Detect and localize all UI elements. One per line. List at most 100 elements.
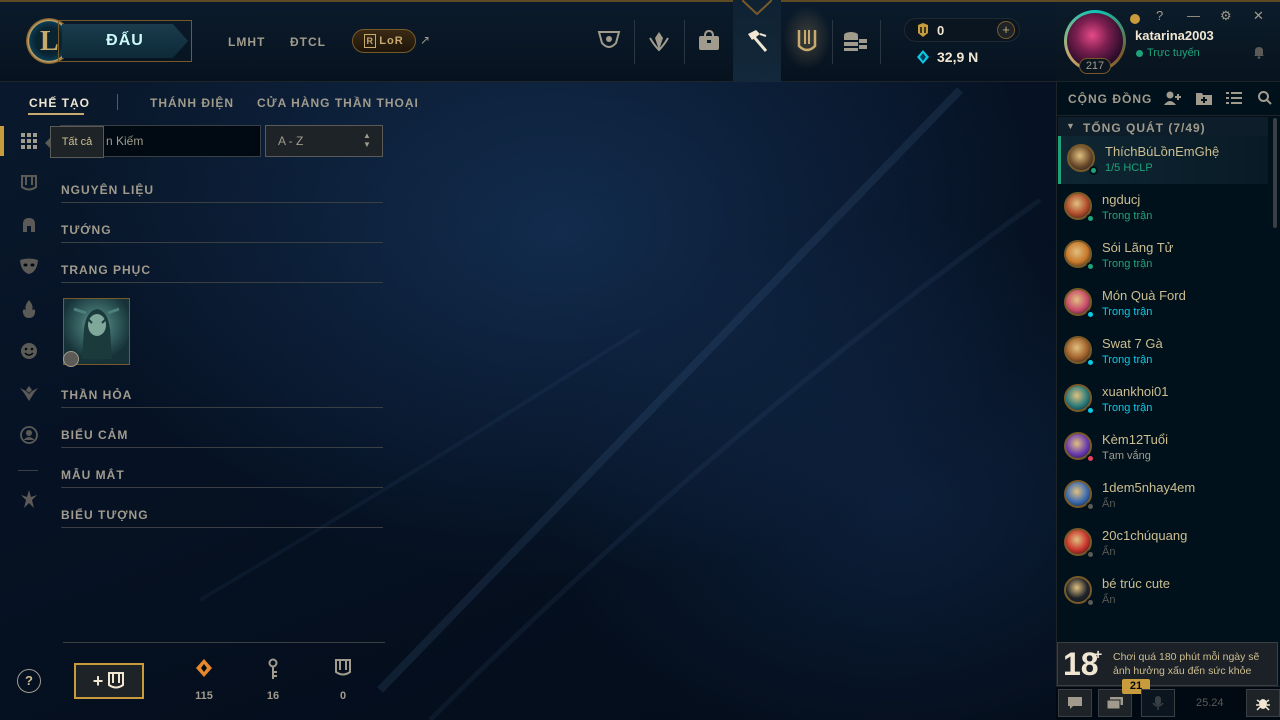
nav-link-lor[interactable]: R LoR bbox=[352, 29, 416, 53]
bottom-divider bbox=[63, 642, 385, 643]
friend-row[interactable]: 20c1chúquang Ẩn bbox=[1058, 520, 1268, 568]
play-time-warning: Chơi quá 180 phút mỗi ngày sẽ ảnh hưởng … bbox=[1113, 651, 1260, 677]
add-friend-icon[interactable] bbox=[1164, 90, 1182, 106]
settings-gear-icon[interactable]: ⚙ bbox=[1220, 8, 1232, 24]
social-title: CỘNG ĐỒNG bbox=[1068, 92, 1153, 106]
riot-points-icon bbox=[918, 23, 928, 37]
orange-essence-icon bbox=[184, 658, 224, 683]
friend-name: bé trúc cute bbox=[1102, 576, 1170, 591]
friend-name: 1dem5nhay4em bbox=[1102, 480, 1196, 495]
minimize-icon[interactable]: — bbox=[1187, 8, 1200, 23]
tab-crafting[interactable]: CHẾ TẠO bbox=[29, 96, 90, 110]
friend-row[interactable]: ngducj Trong trận bbox=[1058, 184, 1268, 232]
nav-link-lmht[interactable]: LMHT bbox=[228, 35, 265, 49]
grid-all-icon[interactable] bbox=[18, 130, 40, 152]
friend-status-dot-icon bbox=[1086, 406, 1095, 415]
category-divider bbox=[61, 487, 383, 488]
friend-name: Món Quà Ford bbox=[1102, 288, 1186, 303]
category-wards[interactable]: THẦN HỎA bbox=[61, 388, 132, 402]
eye-pattern-icon[interactable] bbox=[18, 382, 40, 404]
friend-status: Ẩn bbox=[1102, 594, 1116, 606]
chest-count: 0 bbox=[339, 690, 347, 702]
friend-status: Trong trận bbox=[1102, 354, 1153, 366]
category-materials[interactable]: NGUYÊN LIỆU bbox=[61, 183, 154, 197]
store-coins-icon[interactable] bbox=[840, 26, 870, 56]
category-emotes[interactable]: BIỂU CẢM bbox=[61, 428, 128, 442]
help-button[interactable]: ? bbox=[17, 669, 41, 693]
list-view-icon[interactable] bbox=[1225, 90, 1243, 106]
active-filter-indicator bbox=[0, 126, 4, 156]
help-icon[interactable]: ? bbox=[1156, 8, 1163, 23]
clash-shield-icon[interactable] bbox=[792, 26, 822, 56]
skin-mask-icon[interactable] bbox=[18, 255, 40, 277]
nav-divider bbox=[880, 20, 881, 64]
nav-link-dtcl[interactable]: ĐTCL bbox=[290, 35, 326, 49]
category-divider bbox=[61, 447, 383, 448]
chest-icon bbox=[108, 672, 125, 689]
search-icon[interactable] bbox=[1256, 90, 1274, 106]
friend-row[interactable]: xuankhoi01 Trong trận bbox=[1058, 376, 1268, 424]
online-status-dot-icon bbox=[1136, 50, 1143, 57]
chest-icon[interactable] bbox=[18, 172, 40, 194]
category-icons[interactable]: BIỂU TƯỢNG bbox=[61, 508, 149, 522]
category-champions[interactable]: TƯỚNG bbox=[61, 223, 112, 237]
friend-list-scrollbar[interactable] bbox=[1273, 118, 1277, 228]
loot-hammer-icon[interactable] bbox=[742, 26, 772, 56]
add-folder-icon[interactable] bbox=[1195, 90, 1213, 106]
friend-name: Swat 7 Gà bbox=[1102, 336, 1163, 351]
chat-button[interactable] bbox=[1058, 689, 1092, 717]
summoner-level: 217 bbox=[1079, 58, 1111, 74]
other-loot-icon[interactable] bbox=[18, 488, 40, 510]
nav-divider bbox=[684, 20, 685, 64]
friend-row[interactable]: ThíchBúLồnEmGhệ 1/5 HCLP bbox=[1058, 136, 1268, 184]
notification-bell-icon[interactable] bbox=[1252, 45, 1266, 59]
category-skins[interactable]: TRANG PHỤC bbox=[61, 263, 151, 277]
bug-icon bbox=[1256, 699, 1270, 711]
category-divider bbox=[61, 242, 383, 243]
summoner-icon[interactable] bbox=[18, 424, 40, 446]
emote-smile-icon[interactable] bbox=[18, 340, 40, 362]
friend-status-dot-icon bbox=[1086, 598, 1095, 607]
username[interactable]: katarina2003 bbox=[1135, 28, 1214, 43]
craft-key-button[interactable]: + bbox=[74, 663, 144, 699]
tab-sanctum[interactable]: THÁNH ĐIỆN bbox=[150, 96, 234, 110]
play-button[interactable]: ĐẤU bbox=[62, 24, 188, 58]
friend-status: Trong trận bbox=[1102, 258, 1153, 270]
friend-name: Sói Lãng Tử bbox=[1102, 240, 1174, 255]
friend-name: ThíchBúLồnEmGhệ bbox=[1105, 144, 1220, 159]
friend-status-dot-icon bbox=[1086, 262, 1095, 271]
friend-status: Tạm vắng bbox=[1102, 450, 1151, 462]
friend-row[interactable]: Kèm12Tuổi Tạm vắng bbox=[1058, 424, 1268, 472]
collection-bag-icon[interactable] bbox=[694, 26, 724, 56]
champion-helmet-icon[interactable] bbox=[18, 214, 40, 236]
voice-button[interactable] bbox=[1141, 689, 1175, 717]
buy-rp-button[interactable]: + bbox=[997, 21, 1015, 39]
chat-bubble-icon bbox=[1068, 697, 1082, 709]
subnav-divider bbox=[117, 94, 118, 110]
search-input[interactable]: n Kiếm bbox=[104, 125, 261, 157]
friend-row[interactable]: bé trúc cute Ẩn bbox=[1058, 568, 1268, 616]
close-icon[interactable]: ✕ bbox=[1253, 8, 1264, 24]
rail-divider bbox=[18, 470, 38, 471]
friend-name: xuankhoi01 bbox=[1102, 384, 1169, 399]
friend-row[interactable]: Sói Lãng Tử Trong trận bbox=[1058, 232, 1268, 280]
ward-flame-icon[interactable] bbox=[18, 298, 40, 320]
active-notch-icon bbox=[742, 0, 772, 16]
blue-essence-amount: 32,9 N bbox=[937, 49, 979, 65]
category-divider bbox=[61, 282, 383, 283]
friend-name: ngducj bbox=[1102, 192, 1141, 207]
notification-dot-icon bbox=[1130, 14, 1140, 24]
tab-mythic-shop[interactable]: CỬA HÀNG THẦN THOẠI bbox=[257, 96, 419, 110]
friend-row[interactable]: Swat 7 Gà Trong trận bbox=[1058, 328, 1268, 376]
nav-divider bbox=[832, 20, 833, 64]
trophy-icon[interactable] bbox=[594, 26, 624, 56]
friend-group-title: TỔNG QUÁT (7/49) bbox=[1083, 121, 1206, 135]
friend-status-dot-icon bbox=[1086, 214, 1095, 223]
category-eye-patterns[interactable]: MẪU MẮT bbox=[61, 468, 125, 482]
friend-row[interactable]: Món Quà Ford Trong trận bbox=[1058, 280, 1268, 328]
friend-row[interactable]: 1dem5nhay4em Ẩn bbox=[1058, 472, 1268, 520]
online-status[interactable]: Trực tuyến bbox=[1147, 47, 1200, 59]
skin-rarity-icon bbox=[63, 351, 79, 367]
profile-crest-icon[interactable] bbox=[644, 26, 674, 56]
bug-report-button[interactable] bbox=[1246, 689, 1280, 717]
